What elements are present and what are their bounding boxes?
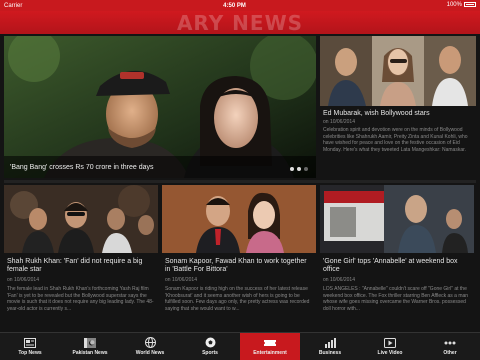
featured-caption-bar: 'Bang Bang' crosses Rs 70 crore in three… [4,156,316,178]
chart-icon [324,337,336,348]
tab-label: Sports [202,350,218,356]
story-date: on 10/06/2014 [7,277,39,283]
side-story-excerpt: Celebration spirit and devotion were on … [323,127,468,153]
pakistan-flag-icon [84,337,96,348]
story-image [4,185,158,253]
tab-label: Other [443,350,457,356]
featured-headline[interactable]: 'Bang Bang' crosses Rs 70 crore in three… [10,164,154,171]
battery-percent: 100% [446,2,462,9]
tab-other[interactable]: Other [420,333,480,360]
tab-sports[interactable]: Sports [180,333,240,360]
news-feed: 'Bang Bang' crosses Rs 70 crore in three… [0,34,480,332]
story-excerpt: The female lead in Shah Rukh Khan's fort… [7,286,154,312]
app-logo: ARY NEWS [176,10,304,35]
section-divider [4,180,476,183]
tab-live-video[interactable]: Live Video [360,333,420,360]
tab-label: Business [318,350,342,356]
page-dot[interactable] [297,167,301,171]
video-icon [384,337,396,348]
tab-label: World News [135,350,165,356]
tab-label: Top News [18,350,42,356]
globe-icon [144,337,156,348]
tab-label: Live Video [377,350,403,356]
tab-entertainment[interactable]: Entertainment [240,333,300,360]
tab-world-news[interactable]: World News [120,333,180,360]
soccer-ball-icon [204,337,216,348]
tab-label: Entertainment [253,350,287,356]
story-card[interactable]: Shah Rukh Khan: 'Fan' did not require a … [4,185,158,330]
app-header: ARY NEWS [0,10,480,35]
featured-story[interactable]: 'Bang Bang' crosses Rs 70 crore in three… [4,36,316,178]
tab-business[interactable]: Business [300,333,360,360]
side-story-date: on 10/06/2014 [323,119,355,125]
side-story-image [320,36,476,106]
page-indicator[interactable] [290,167,308,171]
story-title[interactable]: Shah Rukh Khan: 'Fan' did not require a … [7,258,155,274]
side-story-title[interactable]: Ed Mubarak, wish Bollywood stars [323,110,473,117]
story-title[interactable]: 'Gone Girl' tops 'Annabelle' at weekend … [323,258,471,274]
status-bar: Carrier 4:50 PM 100% [0,0,480,11]
story-title[interactable]: Sonam Kapoor, Fawad Khan to work togethe… [165,258,313,274]
story-image [162,185,316,253]
page-dot[interactable] [304,167,308,171]
newspaper-icon [24,337,36,348]
story-excerpt: Sonam Kapoor is riding high on the succe… [165,286,310,312]
carrier-label: Carrier [4,2,23,9]
tab-bar: Top News Pakistan News World News Sports… [0,332,480,360]
more-icon [444,337,456,348]
story-card[interactable]: Sonam Kapoor, Fawad Khan to work togethe… [162,185,316,330]
page-dot[interactable] [290,167,294,171]
story-card[interactable]: 'Gone Girl' tops 'Annabelle' at weekend … [320,185,474,330]
side-story[interactable]: Ed Mubarak, wish Bollywood stars on 10/0… [320,36,476,178]
tab-pakistan-news[interactable]: Pakistan News [60,333,120,360]
battery-icon [463,2,476,8]
ticket-icon [264,337,276,348]
story-date: on 10/06/2014 [165,277,197,283]
story-image [320,185,474,253]
battery-indicator: 100% [446,2,476,9]
tab-label: Pakistan News [72,350,108,356]
tab-top-news[interactable]: Top News [0,333,60,360]
story-excerpt: LOS ANGELES : "Annabelle" couldn't scare… [323,286,469,312]
story-date: on 10/06/2014 [323,277,355,283]
clock: 4:50 PM [223,2,246,9]
